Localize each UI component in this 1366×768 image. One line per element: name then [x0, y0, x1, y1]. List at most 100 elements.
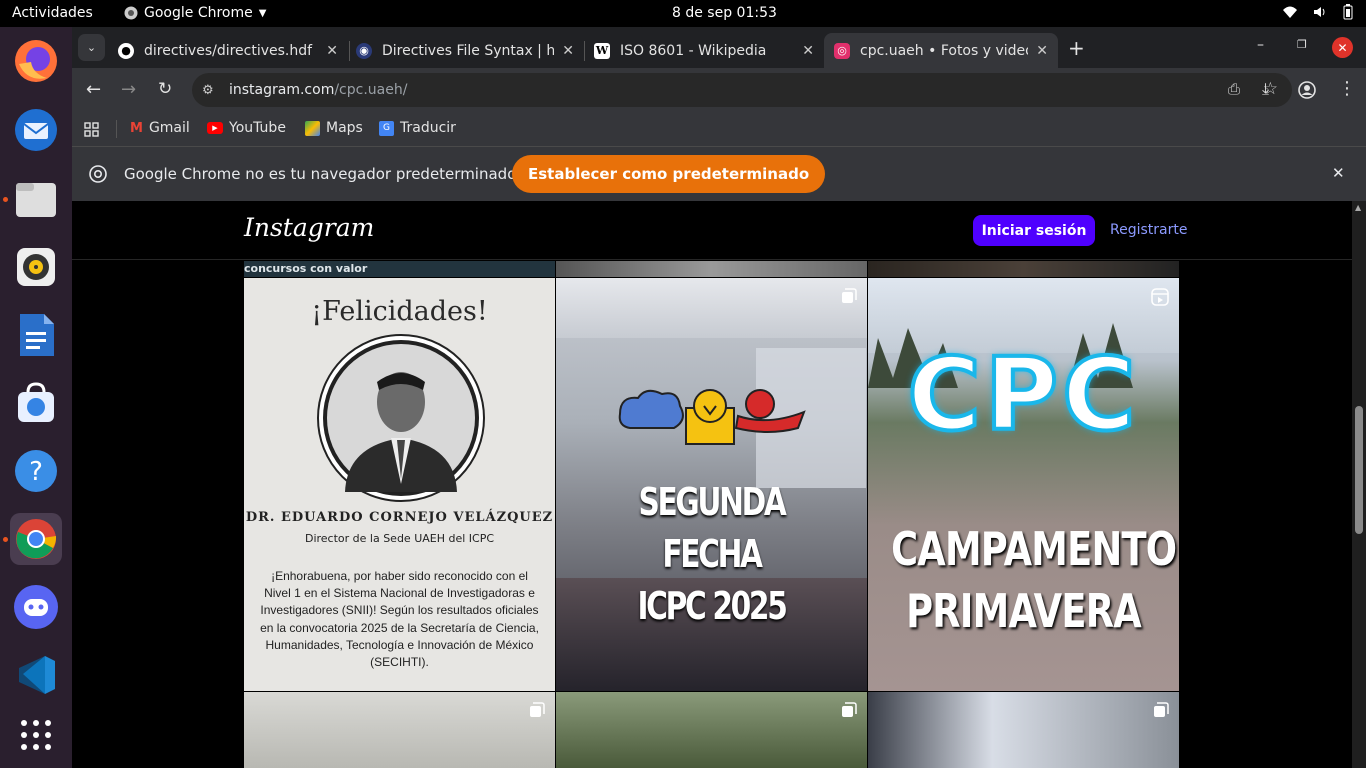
ceiling-decor — [556, 278, 867, 338]
reel-icon — [1151, 288, 1169, 306]
post-campamento[interactable]: CPC CAMPAMENTO DE PRIMAVERA — [868, 278, 1179, 691]
libreoffice-writer-icon[interactable] — [10, 309, 62, 361]
files-icon[interactable] — [10, 173, 62, 225]
carousel-icon — [530, 702, 545, 717]
page-scrollbar[interactable]: ▲ — [1352, 201, 1366, 768]
cpc-neon-logo-text: CPC — [905, 334, 1140, 455]
instagram-page: Instagram Iniciar sesión Registrarte con… — [72, 201, 1352, 768]
post-segunda-fecha[interactable]: SEGUNDA FECHA ICPC 2025 — [556, 278, 867, 691]
forward-icon[interactable]: → — [121, 79, 136, 100]
youtube-icon: ▶ — [207, 122, 223, 134]
site-info-icon[interactable]: ⚙ — [202, 83, 218, 98]
wifi-icon — [1283, 6, 1297, 18]
tab-wikipedia[interactable]: W ISO 8601 - Wikipedia ✕ — [584, 33, 824, 68]
dock: ? — [0, 27, 72, 768]
scroll-up-icon[interactable]: ▲ — [1355, 203, 1361, 212]
post-tile[interactable] — [868, 261, 1179, 277]
post-tile[interactable] — [556, 692, 867, 768]
github-icon: ● — [118, 42, 134, 59]
instagram-logo[interactable]: Instagram — [244, 213, 374, 242]
post-title-line: PRIMAVERA — [906, 584, 1142, 638]
download-icon[interactable]: ⤓ — [1262, 79, 1269, 99]
thunderbird-icon[interactable] — [10, 104, 62, 156]
clock[interactable]: 8 de sep 01:53 — [672, 5, 777, 21]
post-title-line: ICPC 2025 — [637, 584, 787, 628]
bookmark-separator — [116, 120, 117, 138]
activities-button[interactable]: Actividades — [12, 5, 93, 21]
profile-icon[interactable] — [1298, 81, 1316, 99]
bookmark-maps[interactable]: Maps — [305, 120, 363, 136]
tab-title: ISO 8601 - Wikipedia — [620, 42, 767, 59]
post-heading: ¡Felicidades! — [311, 296, 488, 327]
reload-icon[interactable]: ↻ — [158, 79, 172, 99]
maximize-button[interactable]: ❐ — [1297, 38, 1307, 51]
app-menu[interactable]: Google Chrome ▼ — [124, 5, 266, 21]
menu-icon[interactable]: ⋮ — [1338, 78, 1356, 99]
rhythmbox-icon[interactable] — [10, 241, 62, 293]
body-line: ¡Enhorabuena, por haber sido reconocido … — [271, 569, 528, 583]
apps-grid-icon[interactable] — [84, 122, 99, 137]
chrome-outline-icon — [89, 165, 107, 183]
chrome-window: ⌄ ● directives/directives.hdf ✕ ◉ Direct… — [72, 27, 1366, 768]
minimize-button[interactable]: – — [1257, 37, 1264, 53]
running-indicator — [3, 197, 8, 202]
chrome-icon[interactable] — [10, 513, 62, 565]
post-tile[interactable] — [556, 261, 867, 277]
volume-icon — [1314, 7, 1325, 17]
url-path: /cpc.uaeh/ — [334, 82, 408, 98]
globe-icon: ◉ — [356, 42, 372, 59]
scrollbar-thumb[interactable] — [1355, 406, 1363, 534]
vscode-icon[interactable] — [10, 649, 62, 701]
close-infobar-icon[interactable]: ✕ — [1332, 164, 1345, 182]
help-icon[interactable]: ? — [10, 445, 62, 497]
address-bar[interactable]: ⚙ instagram.com/cpc.uaeh/ ⎙ ☆ — [192, 73, 1292, 107]
cpc-neon-logo: CPC — [868, 334, 1179, 455]
default-browser-infobar: Google Chrome no es tu navegador predete… — [72, 146, 1366, 201]
bookmark-youtube[interactable]: ▶ YouTube — [207, 120, 286, 136]
chevron-down-icon: ⌄ — [86, 41, 97, 54]
bookmark-translate[interactable]: G Traducir — [379, 120, 456, 136]
post-title: SEGUNDA FECHA ICPC 2025 — [590, 476, 833, 632]
install-app-icon[interactable]: ⎙ — [1228, 80, 1240, 98]
bookmark-gmail[interactable]: M Gmail — [130, 120, 190, 136]
post-name: DR. EDUARDO CORNEJO VELÁZQUEZ — [245, 510, 554, 525]
tab-github[interactable]: ● directives/directives.hdf ✕ — [108, 33, 348, 68]
post-tile[interactable] — [244, 692, 555, 768]
infobar-message: Google Chrome no es tu navegador predete… — [124, 165, 517, 183]
tab-search-button[interactable]: ⌄ — [78, 34, 105, 61]
show-apps-icon[interactable] — [10, 709, 62, 761]
post-caption-text: concursos con valor — [244, 262, 368, 275]
body-line: Investigadores (SNII)! Según los resulta… — [260, 603, 539, 618]
close-icon[interactable]: ✕ — [562, 43, 574, 59]
post-title-line: CAMPAMENTO DE — [891, 522, 1179, 576]
close-icon[interactable]: ✕ — [326, 43, 338, 59]
close-icon[interactable]: ✕ — [1036, 43, 1048, 59]
body-line: en la convocatoria 2025 de la Secretaría… — [260, 620, 539, 635]
tab-directives[interactable]: ◉ Directives File Syntax | h ✕ — [346, 33, 584, 68]
url-host: instagram.com — [229, 82, 335, 98]
signup-link[interactable]: Registrarte — [1110, 222, 1187, 238]
login-button[interactable]: Iniciar sesión — [973, 215, 1095, 246]
body-line: Nivel 1 en el Sistema Nacional de Invest… — [264, 586, 535, 601]
system-tray[interactable] — [1282, 4, 1354, 20]
new-tab-button[interactable]: + — [1068, 36, 1085, 60]
wikipedia-icon: W — [594, 42, 610, 59]
post-tile[interactable] — [868, 692, 1179, 768]
discord-icon[interactable] — [10, 581, 62, 633]
chrome-small-icon — [124, 6, 138, 20]
close-icon[interactable]: ✕ — [802, 43, 814, 59]
tab-instagram[interactable]: ◎ cpc.uaeh • Fotos y videos ✕ — [824, 33, 1058, 68]
instagram-icon: ◎ — [834, 42, 850, 59]
app-center-icon[interactable] — [10, 377, 62, 429]
running-indicator — [3, 537, 8, 542]
chevron-down-icon: ▼ — [258, 7, 267, 19]
toolbar: ← → ↻ ⚙ instagram.com/cpc.uaeh/ ⎙ ☆ ⤓ ⋮ — [72, 68, 1366, 112]
firefox-icon[interactable] — [10, 35, 62, 87]
back-icon[interactable]: ← — [86, 79, 101, 100]
post-title: CAMPAMENTO DE PRIMAVERA — [891, 518, 1179, 642]
set-default-button[interactable]: Establecer como predeterminado — [512, 155, 826, 193]
carousel-icon — [1154, 702, 1169, 717]
post-felicidades[interactable]: ¡Felicidades! DR. EDUARDO CORNEJO VELÁZQ… — [244, 278, 555, 691]
post-tile[interactable]: concursos con valor — [244, 261, 555, 277]
close-window-button[interactable]: ✕ — [1332, 37, 1353, 58]
